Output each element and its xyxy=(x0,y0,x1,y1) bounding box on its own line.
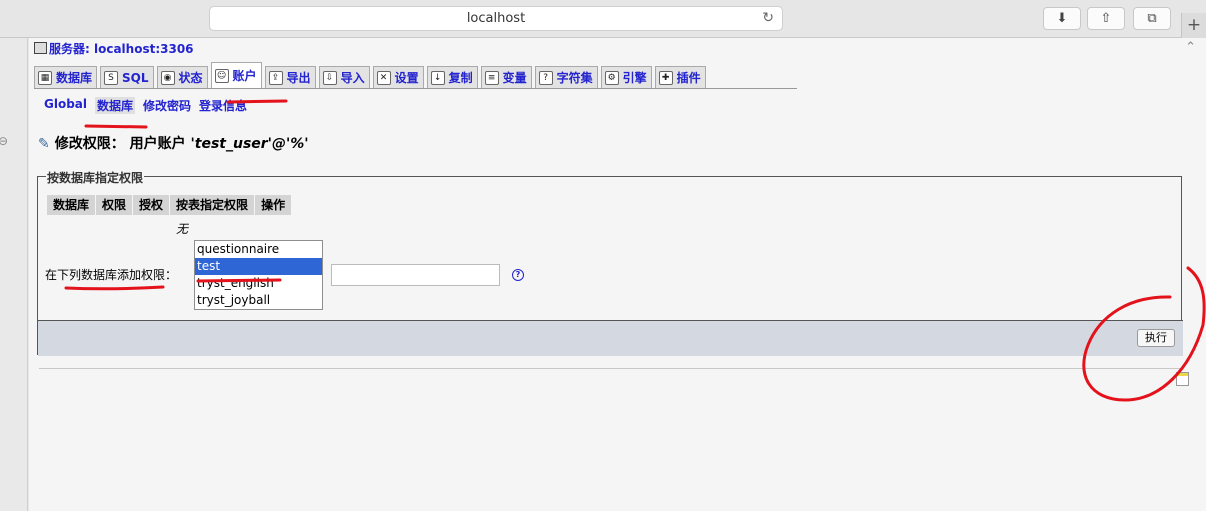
empty-message: 无 xyxy=(176,222,189,236)
tab-label: 变量 xyxy=(502,70,527,85)
privileges-table-header: 数据库 权限 授权 按表指定权限 操作 xyxy=(47,195,292,215)
tab-sql[interactable]: S SQL xyxy=(100,66,154,88)
charset-icon: ? xyxy=(538,70,553,85)
download-button[interactable]: ⬇ xyxy=(1043,7,1081,30)
title-user-label: 用户账户 xyxy=(129,136,186,152)
tabs-overview-button[interactable]: ⧉ xyxy=(1133,7,1171,30)
server-icon xyxy=(34,42,47,54)
tab-label: 导出 xyxy=(286,70,311,85)
col-table-privileges: 按表指定权限 xyxy=(170,195,255,215)
tab-label: 复制 xyxy=(448,70,473,85)
download-icon: ⬇ xyxy=(1056,11,1068,26)
plus-icon: + xyxy=(1186,15,1202,35)
accounts-icon: ☺ xyxy=(214,68,229,83)
scroll-top-icon[interactable]: ⌃ xyxy=(1185,40,1196,55)
tab-settings[interactable]: ✕ 设置 xyxy=(372,66,424,88)
tab-variables[interactable]: ≡ 变量 xyxy=(480,66,532,88)
tab-import[interactable]: ⇩ 导入 xyxy=(318,66,370,88)
tab-export[interactable]: ⇪ 导出 xyxy=(264,66,316,88)
share-icon: ⇧ xyxy=(1100,11,1112,26)
browser-toolbar: localhost ↻ ⬇ ⇧ ⧉ + xyxy=(0,0,1206,38)
replication-icon: ↓ xyxy=(430,70,445,85)
subtab-change-password[interactable]: 修改密码 xyxy=(143,97,191,114)
fieldset-legend: 按数据库指定权限 xyxy=(46,169,145,186)
sql-icon: S xyxy=(104,70,119,85)
subtabs: Global 数据库 修改密码 登录信息 xyxy=(44,97,255,114)
variables-icon: ≡ xyxy=(484,70,499,85)
address-bar[interactable]: localhost ↻ xyxy=(209,6,783,31)
col-action: 操作 xyxy=(255,195,292,215)
db-option[interactable]: tryst_english xyxy=(195,275,322,292)
tab-label: 设置 xyxy=(394,70,419,85)
tab-engine[interactable]: ⚙ 引擎 xyxy=(600,66,652,88)
collapse-icon[interactable]: ⊖ xyxy=(0,134,8,148)
engine-icon: ⚙ xyxy=(604,70,619,85)
col-privileges: 权限 xyxy=(96,195,133,215)
subtab-login-info[interactable]: 登录信息 xyxy=(199,97,247,114)
subtab-database[interactable]: 数据库 xyxy=(95,97,136,114)
export-icon: ⇪ xyxy=(268,70,283,85)
subtab-global[interactable]: Global xyxy=(44,97,87,114)
title-account: 'test_user'@'%' xyxy=(190,136,309,152)
tab-label: 字符集 xyxy=(556,70,593,85)
url-text: localhost xyxy=(466,11,526,26)
tabs-overview-icon: ⧉ xyxy=(1147,11,1157,26)
tab-replication[interactable]: ↓ 复制 xyxy=(426,66,478,88)
tab-plugin[interactable]: ✚ 插件 xyxy=(654,66,706,88)
fieldset-footer: 执行 xyxy=(38,320,1183,356)
tab-label: 数据库 xyxy=(56,70,93,85)
import-icon: ⇩ xyxy=(322,70,337,85)
share-button[interactable]: ⇧ xyxy=(1087,7,1125,30)
tab-status[interactable]: ◉ 状态 xyxy=(156,66,208,88)
edit-icon: ✎ xyxy=(38,136,50,152)
server-label: 服务器: localhost:3306 xyxy=(49,42,194,56)
main-panel: 服务器: localhost:3306 ⌃ ▦ 数据库 S SQL ◉ 状态 ☺ 账户 ⇪ 导出 ⇩… xyxy=(29,38,1206,511)
database-name-input[interactable] xyxy=(331,264,500,286)
top-tabs: ▦ 数据库 S SQL ◉ 状态 ☺ 账户 ⇪ 导出 ⇩ 导入 ✕ 设置 ↓ 复制 ≡ 变量? 字符集 ⚙ 引擎 ✚ 插件 xyxy=(34,62,797,89)
tab-label: 引擎 xyxy=(622,70,647,85)
help-icon[interactable]: ? xyxy=(512,269,524,281)
tab-accounts[interactable]: ☺ 账户 xyxy=(210,62,262,88)
database-icon: ▦ xyxy=(38,70,52,85)
tab-label: SQL xyxy=(122,70,149,85)
tab-label: 插件 xyxy=(676,70,701,85)
plugin-icon: ✚ xyxy=(658,70,673,85)
note-icon[interactable] xyxy=(1176,372,1189,386)
divider xyxy=(39,368,1181,369)
tab-database[interactable]: ▦ 数据库 xyxy=(34,66,98,88)
db-option-selected[interactable]: test xyxy=(195,258,322,275)
db-option[interactable]: questionnaire xyxy=(195,241,322,258)
tab-label: 导入 xyxy=(340,70,365,85)
navigation-frame: ⊖ xyxy=(0,38,28,511)
database-listbox[interactable]: questionnaire test tryst_english tryst_j… xyxy=(194,240,323,310)
reload-icon[interactable]: ↻ xyxy=(762,7,774,30)
tab-label: 账户 xyxy=(232,68,257,83)
db-option[interactable]: tryst_joyball xyxy=(195,292,322,309)
add-privileges-label: 在下列数据库添加权限： xyxy=(45,268,178,282)
col-grant: 授权 xyxy=(133,195,170,215)
title-prefix: 修改权限： xyxy=(54,136,125,152)
page-title: ✎ 修改权限： 用户账户 'test_user'@'%' xyxy=(38,133,309,153)
status-icon: ◉ xyxy=(160,70,175,85)
col-database: 数据库 xyxy=(47,195,96,215)
settings-icon: ✕ xyxy=(376,70,391,85)
go-button[interactable]: 执行 xyxy=(1137,329,1175,347)
new-tab-button[interactable]: + xyxy=(1181,13,1206,38)
db-privileges-fieldset: 按数据库指定权限 数据库 权限 授权 按表指定权限 操作 无 在下列数据库添加权… xyxy=(37,169,1183,356)
tab-charset[interactable]: ? 字符集 xyxy=(534,66,598,88)
server-breadcrumb[interactable]: 服务器: localhost:3306 xyxy=(34,40,194,57)
tab-label: 状态 xyxy=(178,70,203,85)
